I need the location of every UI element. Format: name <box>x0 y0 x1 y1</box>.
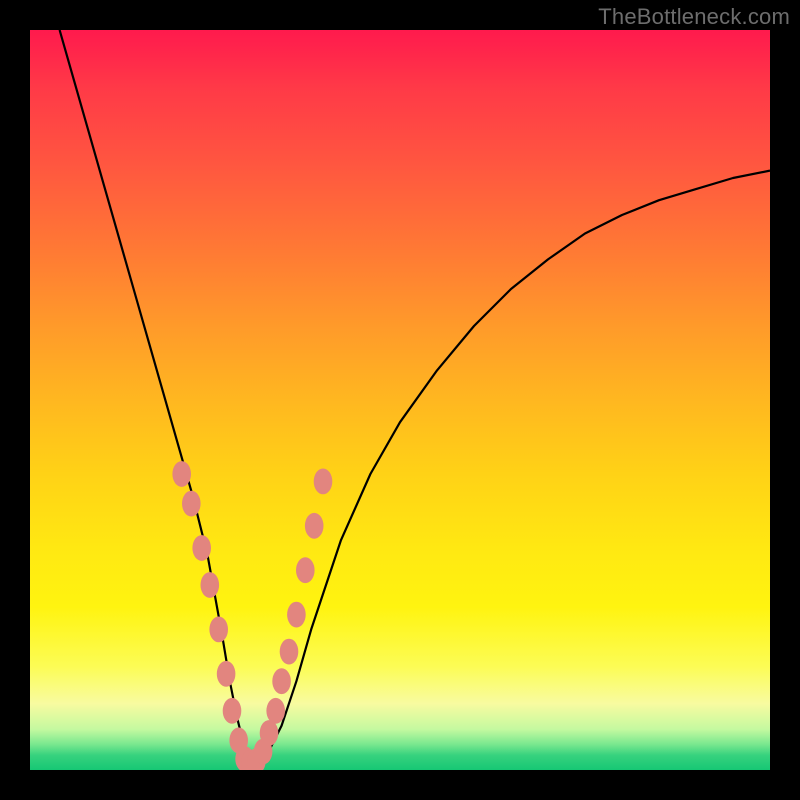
curve-marker <box>305 513 324 539</box>
curve-marker <box>223 698 242 724</box>
curve-layer <box>30 30 770 770</box>
curve-marker <box>172 461 191 487</box>
curve-marker <box>280 639 299 665</box>
curve-marker <box>201 572 220 598</box>
plot-area <box>30 30 770 770</box>
curve-marker <box>314 469 333 495</box>
curve-marker <box>192 535 211 561</box>
curve-marker <box>182 491 201 517</box>
curve-marker <box>287 602 306 628</box>
watermark-label: TheBottleneck.com <box>598 4 790 30</box>
curve-marker <box>217 661 236 687</box>
curve-marker <box>266 698 285 724</box>
curve-marker <box>296 557 315 583</box>
curve-marker <box>272 668 291 694</box>
bottleneck-curve <box>60 30 770 763</box>
chart-frame: TheBottleneck.com <box>0 0 800 800</box>
curve-marker <box>209 617 228 643</box>
curve-marker <box>260 720 279 746</box>
